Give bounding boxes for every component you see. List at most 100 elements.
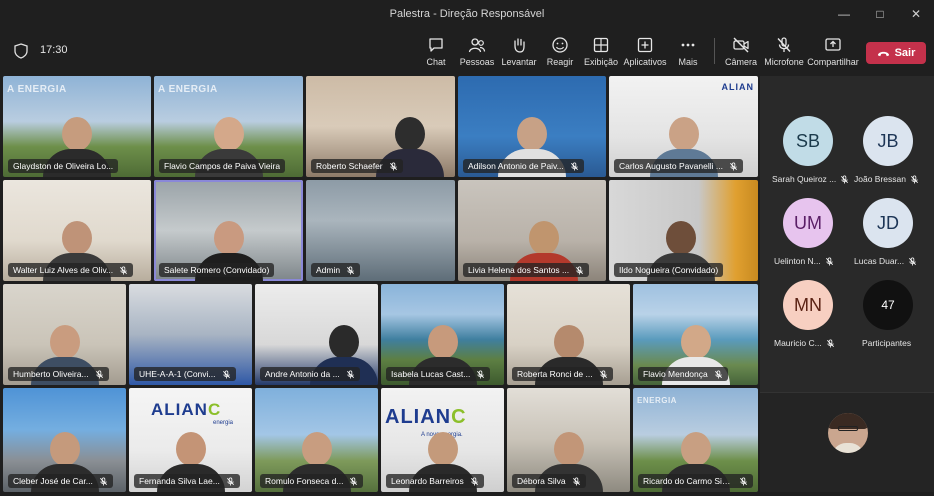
participant-name-tag: Fernanda Silva Lae... — [134, 474, 240, 488]
camera-off-icon — [733, 37, 749, 53]
participant-name-tag: Glaydston de Oliveira Lo... — [8, 159, 119, 173]
video-tile[interactable]: Walter Luiz Alves de Oliv... — [3, 180, 151, 281]
participant-name-tag: Adilson Antonio de Paiv... — [463, 159, 584, 173]
people-label: Pessoas — [459, 57, 495, 67]
microphone-button[interactable]: Microfone — [764, 36, 804, 72]
camera-button[interactable]: Câmera — [725, 36, 758, 72]
avatar[interactable]: JB — [863, 116, 913, 166]
self-view[interactable] — [760, 392, 934, 492]
aliance-logo-sub: energia — [213, 420, 234, 426]
camera-label: Câmera — [725, 57, 758, 67]
chat-button[interactable]: Chat — [424, 36, 448, 72]
video-tile[interactable]: A ENERGIA Flavio Campos de Paiva Vieira — [154, 76, 303, 177]
participants-label: Participantes — [862, 338, 912, 348]
video-tile[interactable]: Andre Antonio da ... — [255, 284, 378, 385]
minimize-icon[interactable]: — — [826, 0, 862, 28]
participant-name-tag: Livia Helena dos Santos ... — [463, 263, 590, 277]
video-tile[interactable]: Admin — [306, 180, 455, 281]
participant-name-tag: Salete Romero (Convidado) — [159, 263, 275, 277]
video-tile[interactable]: ENERGIA Ricardo do Carmo Siqu... — [633, 388, 758, 492]
mic-muted-icon — [909, 256, 917, 266]
video-tile[interactable]: Débora Silva — [507, 388, 630, 492]
mic-muted-icon — [350, 476, 358, 486]
phone-hangup-icon — [877, 51, 889, 56]
more-label: Mais — [678, 57, 698, 67]
participant-roster-panel: SB Sarah Queiroz ... JB João Bressan UM … — [760, 76, 934, 492]
avatar[interactable]: SB — [783, 116, 833, 166]
mic-muted-icon — [572, 476, 580, 486]
people-icon — [468, 38, 486, 53]
apps-icon — [637, 37, 653, 53]
close-icon[interactable]: ✕ — [898, 0, 934, 28]
video-tile[interactable]: Humberto Oliveira... — [3, 284, 126, 385]
mic-muted-icon — [841, 174, 849, 184]
mic-muted-icon — [470, 476, 478, 486]
video-tile[interactable]: Ildo Nogueira (Convidado) — [609, 180, 758, 281]
mic-muted-icon — [222, 369, 230, 379]
participant-name-tag: Isabela Lucas Cast... — [386, 367, 491, 381]
video-tile[interactable]: Livia Helena dos Santos ... — [458, 180, 606, 281]
aliance-logo: ALIAN — [721, 82, 754, 92]
meeting-timer: 17:30 — [40, 44, 68, 56]
video-tile[interactable]: Isabela Lucas Cast... — [381, 284, 504, 385]
roster-name-tag: Sarah Queiroz ... — [772, 174, 849, 184]
leave-button[interactable]: Sair — [866, 42, 926, 64]
participant-count-badge[interactable]: 47 — [863, 280, 913, 330]
video-tile[interactable]: Romulo Fonseca d... — [255, 388, 378, 492]
mic-muted-icon — [714, 369, 722, 379]
apps-button[interactable]: Aplicativos — [623, 36, 667, 72]
raise-hand-button[interactable]: Levantar — [501, 36, 537, 72]
mic-muted-icon — [226, 476, 234, 486]
participant-name-tag: Carlos Augusto Pavanelli ... — [614, 159, 743, 173]
video-tile[interactable]: ALIANC A nova energia. Leonardo Barreiro… — [381, 388, 504, 492]
raise-hand-icon — [514, 38, 525, 53]
roster-name-tag: Uelinton N... — [774, 256, 834, 266]
video-tile[interactable]: Roberto Schaefer — [306, 76, 455, 177]
video-tile[interactable]: Adilson Antonio de Paiv... — [458, 76, 606, 177]
window-title: Palestra - Direção Responsável — [389, 8, 545, 20]
mic-muted-icon — [347, 265, 355, 275]
mic-muted-icon — [99, 476, 107, 486]
mic-muted-icon — [599, 369, 607, 379]
mic-muted-icon — [729, 161, 737, 171]
video-tile[interactable]: Flavio Mendonça — [633, 284, 758, 385]
participant-name-tag: Roberto Schaefer — [311, 159, 403, 173]
video-tile[interactable]: ALIANC energia Fernanda Silva Lae... — [129, 388, 252, 492]
avatar[interactable]: UM — [783, 198, 833, 248]
video-tile[interactable]: UHE-A-A-1 (Convi... — [129, 284, 252, 385]
share-button[interactable]: Compartilhar — [807, 36, 859, 72]
avatar[interactable]: JD — [863, 198, 913, 248]
smiley-icon — [552, 37, 568, 53]
video-tile[interactable]: A ENERGIA Glaydston de Oliveira Lo... — [3, 76, 151, 177]
participant-name-tag: UHE-A-A-1 (Convi... — [134, 367, 236, 381]
video-tile[interactable]: Cleber José de Car... — [3, 388, 126, 492]
grid-view-icon — [593, 37, 609, 53]
roster-name-tag: Mauricio C... — [774, 338, 835, 348]
toolbar-divider — [714, 38, 715, 64]
roster-name-tag: Lucas Duar... — [854, 256, 917, 266]
video-tile-active-speaker[interactable]: Salete Romero (Convidado) — [154, 180, 303, 281]
microphone-label: Microfone — [764, 57, 804, 67]
raise-hand-label: Levantar — [501, 57, 537, 67]
avatar[interactable]: MN — [783, 280, 833, 330]
view-button[interactable]: Exibição — [584, 36, 618, 72]
mic-muted-icon — [911, 174, 918, 184]
shield-icon[interactable] — [14, 43, 28, 59]
mic-muted-icon — [740, 476, 747, 486]
energia-wordmark: ENERGIA — [637, 396, 677, 405]
participant-name-tag: Humberto Oliveira... — [8, 367, 109, 381]
react-button[interactable]: Reagir — [546, 36, 574, 72]
participant-name-tag: Andre Antonio da ... — [260, 367, 360, 381]
more-icon — [681, 43, 695, 47]
title-bar: Palestra - Direção Responsável — □ ✕ — [0, 0, 934, 28]
participant-name-tag: Cleber José de Car... — [8, 474, 113, 488]
react-label: Reagir — [546, 57, 574, 67]
video-tile[interactable]: Roberta Ronci de ... — [507, 284, 630, 385]
participant-name-tag: Ildo Nogueira (Convidado) — [614, 263, 724, 277]
people-button[interactable]: Pessoas — [459, 36, 495, 72]
mic-muted-icon — [95, 369, 103, 379]
video-tile[interactable]: ALIAN Carlos Augusto Pavanelli ... — [609, 76, 758, 177]
more-button[interactable]: Mais — [676, 36, 700, 72]
maximize-icon[interactable]: □ — [862, 0, 898, 28]
window-controls: — □ ✕ — [826, 0, 934, 28]
